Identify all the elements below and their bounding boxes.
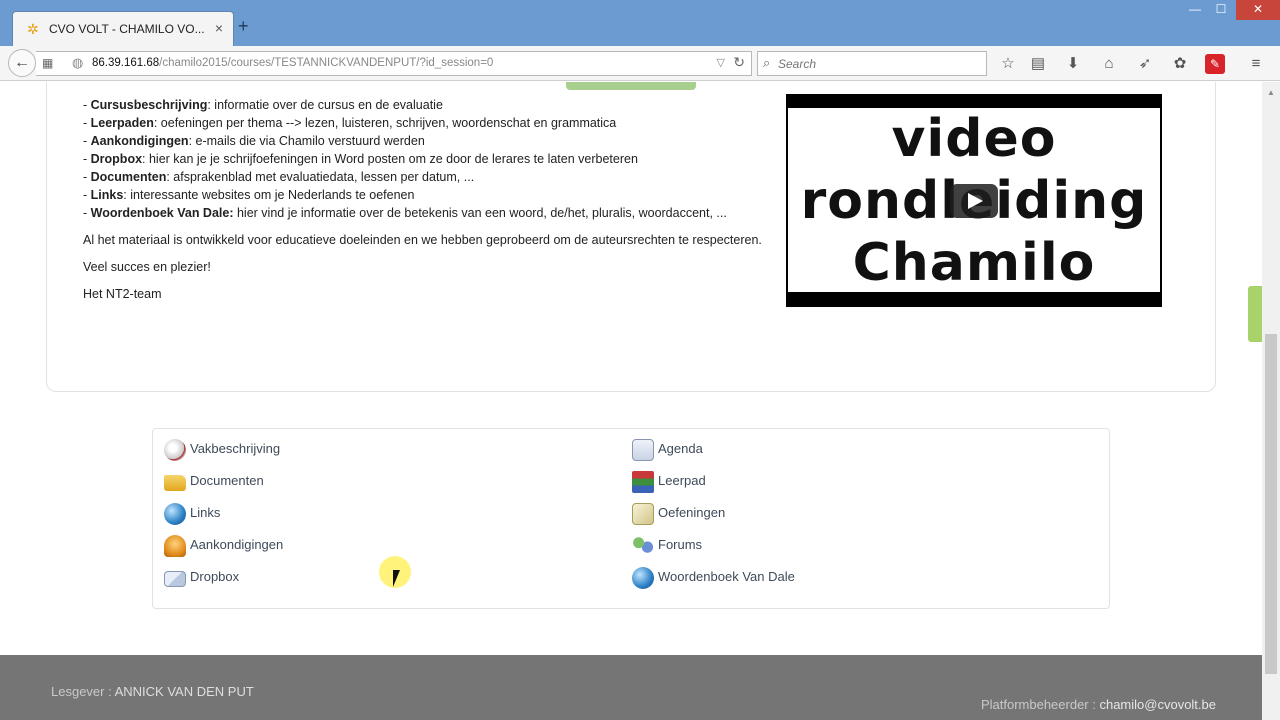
bookmark-star-icon[interactable]: ☆ [998,54,1018,74]
tool-label[interactable]: Leerpad [658,473,706,488]
search-input[interactable] [778,55,978,73]
browser-titlebar: ✲ CVO VOLT - CHAMILO VO... × + — ☐ ✕ [0,0,1280,46]
url-dropdown-icon[interactable]: ▽ [717,56,725,69]
admin-prefix: Platformbeheerder : [980,697,1100,712]
window-close-button[interactable]: ✕ [1236,0,1280,20]
side-feedback-tab[interactable] [1248,286,1262,342]
address-bar[interactable]: ▦ ◍ 86.39.161.68/chamilo2015/courses/TES… [36,51,752,76]
video-title-line-1: video [891,109,1057,169]
books-icon [632,471,654,493]
play-button[interactable] [950,184,998,218]
course-intro-text: - Cursusbeschrijving: informatie over de… [83,96,773,303]
video-player[interactable]: video rondleiding Chamilo [786,94,1162,307]
intro-item: - Aankondigingen: e-mails die via Chamil… [83,134,425,148]
url-path: /chamilo2015/courses/TESTANNICKVANDENPUT… [159,57,494,69]
search-box[interactable]: ⌕ [757,51,987,76]
new-tab-button[interactable]: + [238,17,249,35]
intro-signature: Het NT2-team [83,287,162,301]
tool-label[interactable]: Links [190,505,220,520]
intro-copyright-paragraph: Al het materiaal is ontwikkeld voor educ… [83,233,762,247]
tool-label[interactable]: Aankondigingen [190,537,283,552]
back-button[interactable]: ← [8,49,36,77]
footer-teacher: Lesgever : ANNICK VAN DEN PUT [51,684,254,699]
download-icon[interactable]: ⬇ [1063,54,1083,74]
intro-item: - Links: interessante websites om je Ned… [83,188,415,202]
home-icon[interactable]: ⌂ [1099,54,1119,74]
checklist-icon [632,503,654,525]
course-tools-panel: Vakbeschrijving Documenten Links Aankond… [152,428,1110,609]
chamilo-favicon-icon: ✲ [27,21,39,37]
tool-label[interactable]: Agenda [658,441,703,456]
page-viewport: - Cursusbeschrijving: informatie over de… [0,82,1262,720]
tool-label[interactable]: Dropbox [190,569,239,584]
page-footer: Lesgever : ANNICK VAN DEN PUT Platformbe… [0,655,1262,720]
pdf-addon-icon[interactable]: ✎ [1205,54,1225,74]
course-description-icon [164,439,186,461]
page-info-icon[interactable]: ▦ [42,56,53,70]
extension-icon[interactable]: ✿ [1170,54,1190,74]
reading-list-icon[interactable]: ▤ [1028,54,1048,74]
search-icon: ⌕ [763,55,771,70]
intro-item: - Woordenboek Van Dale: hier vind je inf… [83,206,727,220]
tab-close-button[interactable]: × [215,20,223,36]
url-host: 86.39.161.68 [92,57,160,69]
scroll-up-icon[interactable]: ▲ [1267,88,1275,97]
admin-email-link[interactable]: chamilo@cvovolt.be [1099,697,1216,712]
intro-item: - Dropbox: hier kan je je schrijfoefenin… [83,152,638,166]
forum-users-icon [632,535,654,557]
browser-navbar: ← ▦ ◍ 86.39.161.68/chamilo2015/courses/T… [0,46,1280,81]
window-maximize-button[interactable]: ☐ [1206,0,1236,20]
back-arrow-icon: ← [14,54,30,71]
url-text: 86.39.161.68/chamilo2015/courses/TESTANN… [92,57,493,69]
browser-tab[interactable]: ✲ CVO VOLT - CHAMILO VO... × [12,11,234,46]
globe-icon [164,503,186,525]
video-title-line-3: Chamilo [852,233,1096,293]
intro-item: - Documenten: afsprakenblad met evaluati… [83,170,475,184]
reload-icon[interactable]: ↻ [733,54,745,71]
scroll-thumb[interactable] [1265,334,1277,674]
folder-icon [164,475,186,491]
play-icon [968,193,983,209]
mouse-pointer-icon [393,570,400,587]
teacher-name: ANNICK VAN DEN PUT [114,684,254,699]
page-scrollbar[interactable]: ▲ [1262,82,1280,720]
intro-wishes-paragraph: Veel succes en plezier! [83,260,211,274]
dictionary-globe-icon [632,567,654,589]
footer-admin: Platformbeheerder : chamilo@cvovolt.be [981,697,1216,712]
send-icon[interactable]: ➶ [1135,54,1155,74]
site-identity-icon[interactable]: ◍ [72,55,83,71]
tool-label[interactable]: Documenten [190,473,264,488]
menu-icon[interactable]: ≡ [1246,54,1266,74]
teacher-prefix: Lesgever : [51,684,115,699]
tool-label[interactable]: Forums [658,537,702,552]
tool-label[interactable]: Woordenboek Van Dale [658,569,795,584]
edit-intro-tab[interactable] [566,82,696,90]
envelope-icon [164,571,186,587]
tool-label[interactable]: Vakbeschrijving [190,441,280,456]
intro-item: - Leerpaden: oefeningen per thema --> le… [83,116,617,130]
calendar-icon [632,439,654,461]
tab-title: CVO VOLT - CHAMILO VO... [49,22,205,36]
intro-item: - Cursusbeschrijving: informatie over de… [83,98,443,112]
bell-icon [164,535,186,557]
tool-label[interactable]: Oefeningen [658,505,725,520]
